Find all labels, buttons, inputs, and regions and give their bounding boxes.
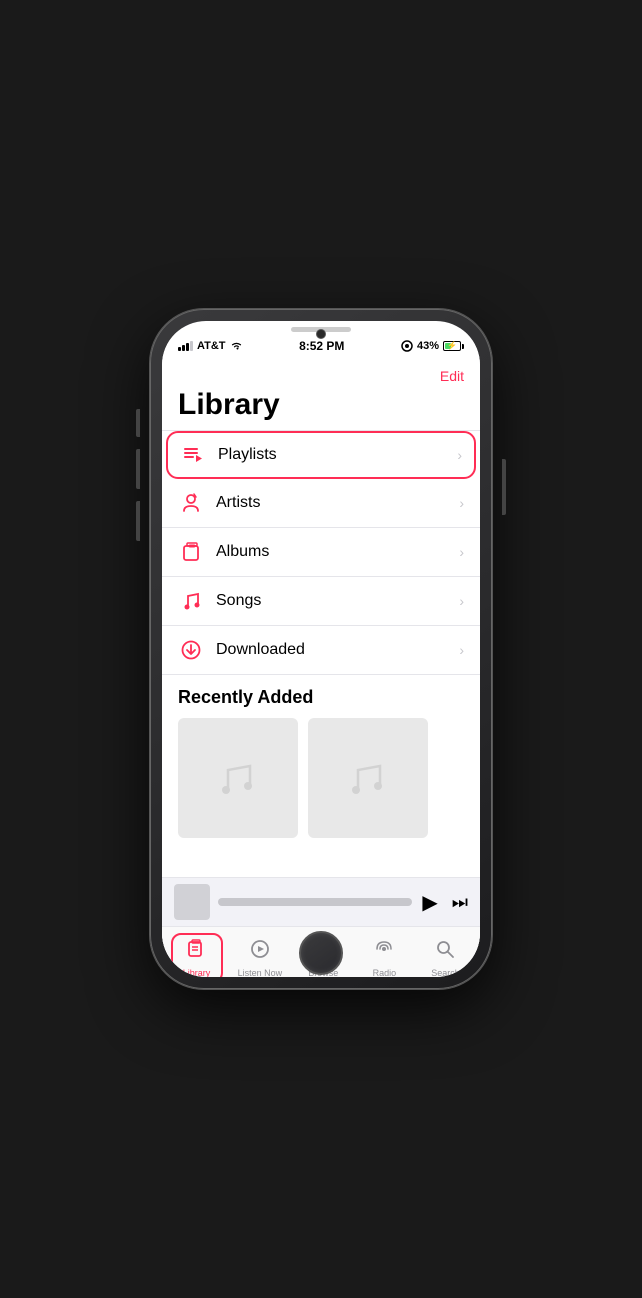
recently-added-title: Recently Added [178,687,464,708]
phone-frame: AT&T 8:52 PM 43% ⚡ [150,309,492,989]
downloaded-chevron: › [459,642,464,658]
power-button[interactable] [502,459,506,515]
now-playing-bar[interactable]: ▶ ⏭ [162,877,480,926]
album-placeholder-icon-2 [338,748,398,808]
status-left: AT&T [178,340,243,352]
radio-tab-label: Radio [373,968,397,978]
mute-button[interactable] [136,409,140,437]
playlists-chevron: › [457,447,462,463]
artists-label: Artists [216,494,459,512]
radio-tab-icon [373,938,395,966]
lock-rotation-icon [401,340,413,352]
downloaded-icon [178,637,204,663]
status-time: 8:52 PM [299,339,344,353]
top-area: Edit [162,360,480,388]
play-button[interactable]: ▶ [422,890,437,915]
battery-percent: 43% [417,340,439,352]
edit-button[interactable]: Edit [440,368,464,384]
wifi-icon [230,341,243,351]
battery-tip [462,344,464,349]
playlists-label: Playlists [218,446,457,464]
carrier-label: AT&T [197,340,226,352]
albums-chevron: › [459,544,464,560]
tab-library[interactable]: Library [171,933,223,978]
menu-item-playlists[interactable]: Playlists › [166,431,476,479]
artists-chevron: › [459,495,464,511]
bar1 [178,347,181,351]
menu-item-downloaded[interactable]: Downloaded › [162,626,480,675]
bar3 [186,343,189,351]
tab-listen-now[interactable]: Listen Now [232,934,289,978]
now-playing-thumbnail [174,884,210,920]
listen-now-tab-label: Listen Now [238,968,283,978]
artists-icon [178,490,204,516]
album-thumb-2[interactable] [308,718,428,838]
signal-bars [178,341,193,351]
now-playing-track-info [218,898,412,906]
volume-down-button[interactable] [136,501,140,541]
songs-icon [178,588,204,614]
front-camera [316,329,326,339]
album-grid [178,718,464,838]
status-right: 43% ⚡ [401,340,464,352]
albums-label: Albums [216,543,459,561]
page-title: Library [162,388,480,430]
library-tab-label: Library [183,968,211,978]
playlists-icon [180,442,206,468]
phone-screen: AT&T 8:52 PM 43% ⚡ [162,321,480,977]
album-thumb-1[interactable] [178,718,298,838]
fast-forward-button[interactable]: ⏭ [452,892,468,913]
battery-icon: ⚡ [443,341,464,351]
battery-body: ⚡ [443,341,461,351]
albums-icon [178,539,204,565]
volume-up-button[interactable] [136,449,140,489]
songs-label: Songs [216,592,459,610]
tab-radio[interactable]: Radio [358,934,410,978]
menu-list: Playlists › Artists › [162,430,480,675]
listen-now-tab-icon [249,938,271,966]
bar4 [190,341,193,351]
album-placeholder-icon-1 [208,748,268,808]
lightning-icon: ⚡ [447,341,457,350]
screen-content: Edit Library Playlists [162,360,480,977]
home-button[interactable] [299,931,343,975]
menu-item-songs[interactable]: Songs › [162,577,480,626]
tab-search[interactable]: Search [419,934,471,978]
library-tab-icon [186,938,208,966]
search-tab-label: Search [431,968,460,978]
songs-chevron: › [459,593,464,609]
now-playing-controls: ▶ ⏭ [422,890,468,915]
recently-added-section: Recently Added [162,675,480,846]
menu-item-artists[interactable]: Artists › [162,479,480,528]
downloaded-label: Downloaded [216,641,459,659]
menu-item-albums[interactable]: Albums › [162,528,480,577]
bar2 [182,345,185,351]
search-tab-icon [434,938,456,966]
